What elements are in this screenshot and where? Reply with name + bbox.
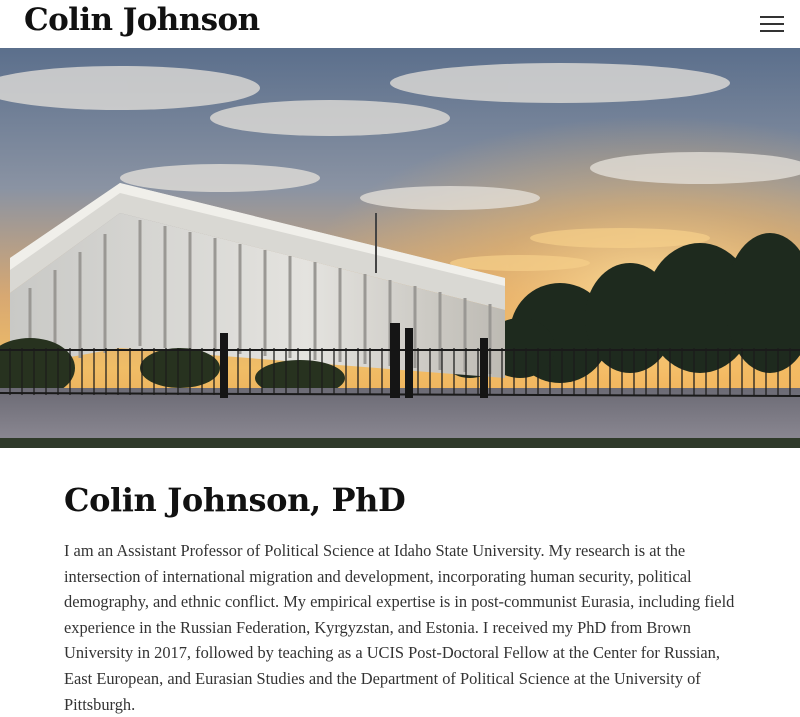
main-content: Colin Johnson, PhD I am an Assistant Pro… xyxy=(64,470,744,717)
hero-photo xyxy=(0,48,800,448)
menu-line xyxy=(760,23,784,25)
site-header: Colin Johnson xyxy=(0,0,800,48)
menu-line xyxy=(760,30,784,32)
bio-paragraph: I am an Assistant Professor of Political… xyxy=(64,541,735,714)
hero-image xyxy=(0,48,800,448)
hamburger-menu-icon[interactable] xyxy=(754,10,788,38)
page-title: Colin Johnson, PhD xyxy=(64,481,406,519)
site-title-link[interactable]: Colin Johnson xyxy=(24,2,260,38)
menu-line xyxy=(760,16,784,18)
